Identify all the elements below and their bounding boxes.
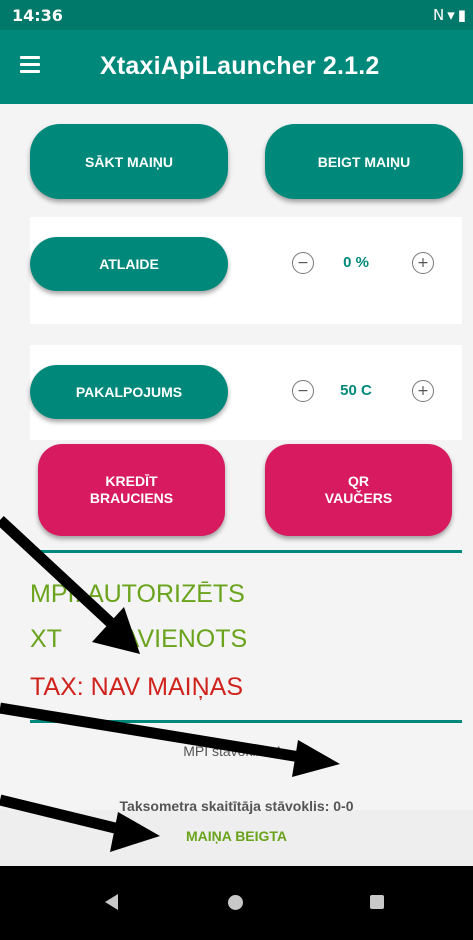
xt-status: XT SAVIENOTS [30, 625, 247, 654]
battery-icon: ▮ [457, 6, 469, 24]
service-button[interactable]: PAKALPOJUMS [30, 365, 228, 419]
credit-ride-button[interactable]: KREDĪT BRAUCIENS [38, 444, 225, 536]
recent-apps-icon[interactable] [370, 895, 384, 909]
start-shift-button[interactable]: SĀKT MAIŅU [30, 124, 228, 199]
mpi-state-text: MPI stāvoklis: 4 - [183, 743, 290, 759]
mpi-status: MPI: AUTORIZĒTS [30, 580, 245, 608]
qr-voucher-label: QR VAUČERS [324, 473, 393, 506]
navigation-bar [0, 866, 473, 940]
discount-value: 0 % [343, 254, 369, 271]
status-icons: N▾▮ [433, 6, 469, 24]
discount-card: ATLAIDE − 0 % + [30, 217, 462, 324]
main-content: SĀKT MAIŅU BEIGT MAIŅU ATLAIDE − 0 % + P… [0, 104, 473, 844]
qr-voucher-button[interactable]: QR VAUČERS [265, 444, 452, 536]
discount-button[interactable]: ATLAIDE [30, 237, 228, 291]
taximeter-state-text: Taksometra skaitītāja stāvoklis: 0-0 [119, 798, 354, 814]
end-shift-button[interactable]: BEIGT MAIŅU [265, 124, 463, 199]
discount-minus-button[interactable]: − [292, 252, 314, 274]
nfc-icon: N [432, 6, 448, 24]
service-minus-button[interactable]: − [292, 380, 314, 402]
xt-status-suffix: SAVIENOTS [105, 625, 248, 653]
shift-state-text: MAIŅA BEIGTA [185, 828, 288, 844]
service-value: 50 C [340, 382, 372, 399]
divider-bottom [30, 720, 462, 723]
xt-status-prefix: XT [30, 625, 62, 653]
service-card: PAKALPOJUMS − 50 C + [30, 345, 462, 440]
home-icon[interactable] [228, 895, 243, 910]
hamburger-menu-icon[interactable] [20, 56, 40, 76]
tax-status: TAX: NAV MAIŅAS [30, 673, 244, 701]
service-plus-button[interactable]: + [412, 380, 434, 402]
status-time: 14:36 [12, 6, 63, 25]
back-icon[interactable] [105, 894, 118, 910]
status-bar: 14:36 N▾▮ [0, 0, 473, 30]
wifi-icon: ▾ [447, 6, 458, 24]
credit-ride-label: KREDĪT BRAUCIENS [89, 473, 174, 506]
divider-top [30, 550, 462, 553]
discount-plus-button[interactable]: + [412, 252, 434, 274]
app-bar: XtaxiApiLauncher 2.1.2 [0, 30, 473, 104]
app-title: XtaxiApiLauncher 2.1.2 [100, 52, 380, 80]
